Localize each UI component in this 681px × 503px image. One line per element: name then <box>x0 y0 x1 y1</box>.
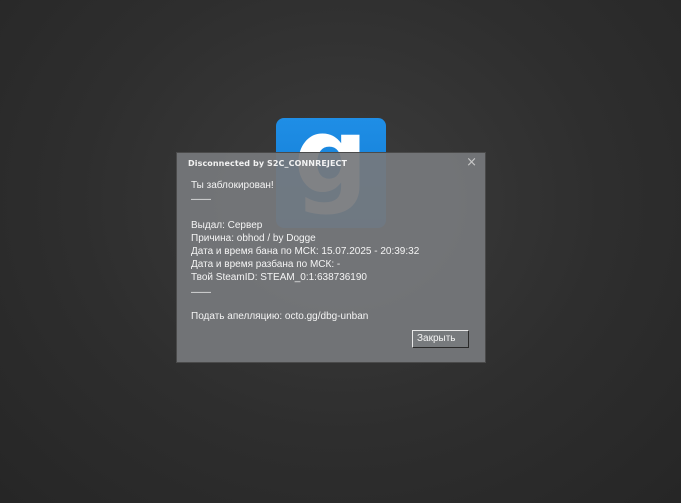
dialog-title: Disconnected by S2C_CONNREJECT <box>188 159 348 168</box>
steamid-line: Твой SteamID: STEAM_0:1:638736190 <box>191 272 367 283</box>
close-button[interactable]: Закрыть <box>412 330 469 348</box>
disconnect-dialog: Disconnected by S2C_CONNREJECT × Ты забл… <box>176 152 486 363</box>
appeal-line: Подать апелляцию: octo.gg/dbg-unban <box>191 311 369 322</box>
reason-line: Причина: obhod / by Dogge <box>191 233 316 244</box>
ban-time-line: Дата и время бана по МСК: 15.07.2025 - 2… <box>191 246 420 257</box>
close-icon[interactable]: × <box>466 156 477 169</box>
unban-time-line: Дата и время разбана по МСК: - <box>191 259 341 270</box>
separator-top: —— <box>191 194 211 205</box>
separator-bottom: —— <box>191 287 211 298</box>
dialog-title-bar[interactable]: Disconnected by S2C_CONNREJECT × <box>177 153 485 175</box>
issued-by-line: Выдал: Сервер <box>191 220 263 231</box>
ban-heading: Ты заблокирован! <box>191 180 274 191</box>
